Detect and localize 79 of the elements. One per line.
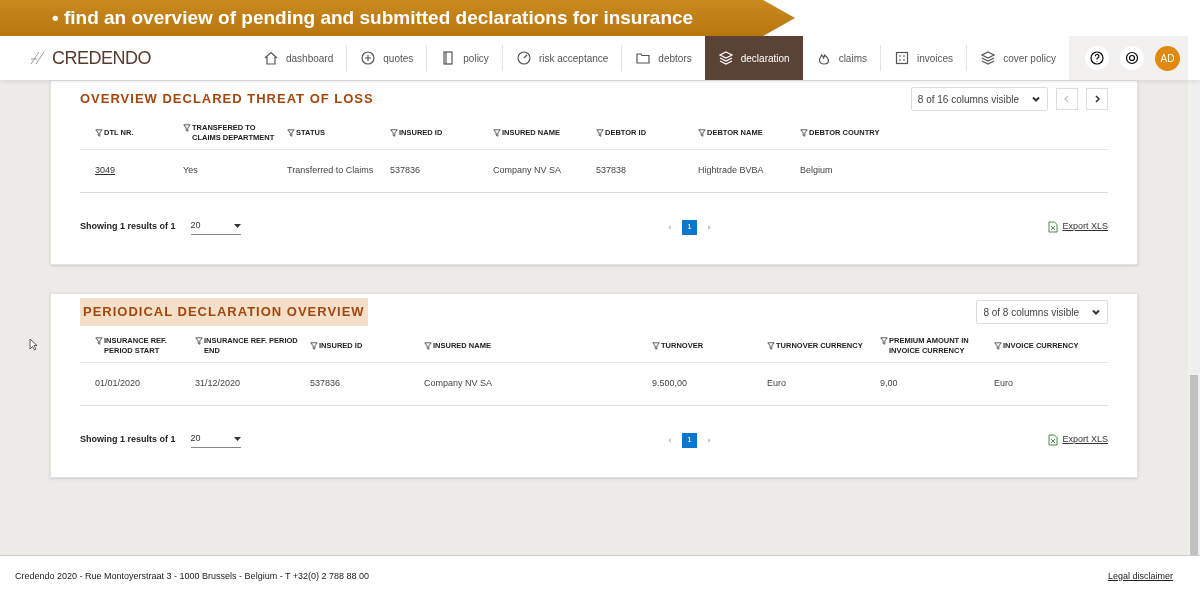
table-cell: 537836 [390, 165, 421, 175]
page-size-select[interactable]: 20 [190, 218, 241, 236]
columns-dropdown[interactable]: 8 of 16 columns visible [910, 87, 1048, 111]
table-cell: Company NV SA [493, 165, 562, 175]
grid-icon [894, 50, 910, 66]
filter-icon[interactable] [424, 342, 432, 350]
filter-icon[interactable] [767, 342, 775, 350]
table-cell: 537838 [596, 165, 627, 175]
chevron-down-icon [1091, 307, 1101, 317]
filter-icon[interactable] [698, 129, 706, 137]
caret-down-icon [233, 436, 241, 441]
filter-icon[interactable] [310, 342, 318, 350]
columns-dropdown[interactable]: 8 of 8 columns visible [976, 300, 1108, 324]
nav-tab[interactable]: policy [427, 36, 502, 80]
home-icon [263, 50, 279, 66]
layers-icon [717, 50, 734, 66]
table-cell: Euro [767, 378, 786, 388]
row-link[interactable]: 3049 [95, 165, 116, 175]
filter-icon[interactable] [390, 129, 398, 137]
table-cell: 31/12/2020 [195, 378, 241, 388]
table-cell: 01/01/2020 [95, 378, 141, 388]
help-button[interactable] [1084, 46, 1109, 70]
table-cell: Company NV SA [424, 378, 493, 388]
gauge-icon [515, 50, 532, 66]
chevron-down-icon [1031, 94, 1041, 104]
help-icon [1088, 50, 1105, 66]
nav-tab[interactable]: declaration [704, 36, 803, 80]
layers-icon [980, 50, 997, 66]
footer-address: Credendo 2020 - Rue Montoyerstraat 3 - 1000 Brussels - Belgium - T +32(0) 2 788 88 00 [15, 569, 370, 583]
table-cell: Euro [994, 378, 1013, 388]
filter-icon[interactable] [95, 129, 103, 137]
section-title: PERIODICAL DECLARATION OVERVIEW [80, 298, 368, 326]
scroll-right-button[interactable] [1086, 88, 1108, 110]
filter-icon[interactable] [95, 337, 103, 345]
nav-tab[interactable]: invoices [881, 36, 967, 80]
nav-tab[interactable]: cover policy [967, 36, 1069, 80]
section-title: OVERVIEW DECLARED THREAT OF LOSS [80, 90, 374, 109]
filter-icon[interactable] [994, 342, 1002, 350]
table-cell: Transferred to Claims [287, 165, 374, 175]
nav-tab[interactable]: quotes [347, 36, 427, 80]
filter-icon[interactable] [195, 337, 203, 345]
nav-tab[interactable]: claims [802, 36, 880, 80]
chevron-left-icon [1063, 95, 1071, 103]
settings-button[interactable] [1119, 46, 1144, 70]
mouse-cursor-icon [29, 338, 38, 351]
results-count: Showing 1 results of 1 [80, 433, 176, 447]
caret-down-icon [233, 223, 241, 228]
spreadsheet-icon [1048, 434, 1059, 446]
filter-icon[interactable] [287, 129, 295, 137]
page-size-select[interactable]: 20 [190, 431, 241, 449]
plus-circle-icon [360, 50, 377, 66]
results-count: Showing 1 results of 1 [80, 220, 176, 234]
export-link[interactable]: Export XLS [1048, 433, 1108, 447]
spreadsheet-icon [1048, 221, 1059, 233]
nav-tab[interactable]: risk acceptance [502, 36, 622, 80]
scrollbar[interactable] [1188, 80, 1200, 555]
filter-icon[interactable] [493, 129, 501, 137]
filter-icon[interactable] [596, 129, 604, 137]
table-cell: Belgium [800, 165, 833, 175]
legal-disclaimer-link[interactable]: Legal disclaimer [1107, 569, 1173, 584]
page-button[interactable]: 1 [682, 432, 697, 448]
table-cell: Yes [183, 165, 198, 175]
filter-icon[interactable] [880, 337, 888, 345]
nav-tab[interactable]: debtors [622, 36, 705, 80]
export-link[interactable]: Export XLS [1048, 220, 1108, 234]
filter-icon[interactable] [800, 129, 808, 137]
table-cell: 9.500,00 [652, 378, 688, 388]
table-cell: Hightrade BVBA [698, 165, 764, 175]
chevron-right-icon [1093, 95, 1101, 103]
logo-text: CREDENDO [52, 46, 151, 70]
page-button[interactable]: 1 [682, 219, 697, 235]
filter-icon[interactable] [183, 124, 191, 132]
nav-tab[interactable]: dashboard [250, 36, 347, 80]
folder-icon [635, 50, 652, 66]
table-cell: 9,00 [880, 378, 898, 388]
settings-icon [1123, 50, 1140, 66]
filter-icon[interactable] [652, 342, 660, 350]
table-cell: 537836 [310, 378, 341, 388]
caption-text: • find an overview of pending and submitted declarations for insurance [52, 5, 694, 30]
